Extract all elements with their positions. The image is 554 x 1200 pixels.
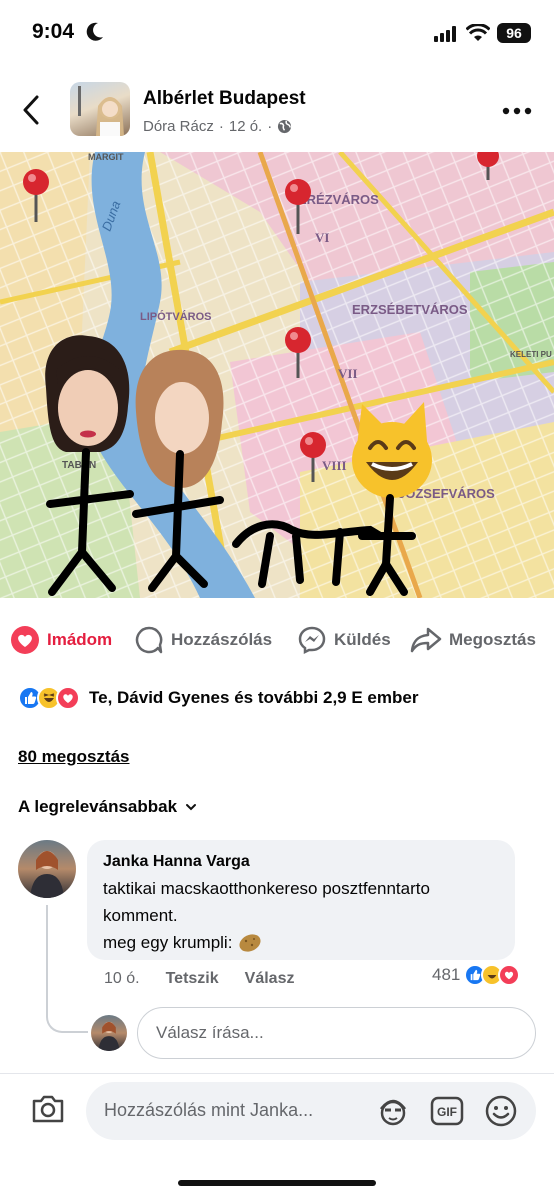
- reply-placeholder: Válasz írása...: [156, 1023, 264, 1042]
- post-image[interactable]: Duna TERÉZVÁROS VI ERZSÉBETVÁROS VII LIP…: [0, 152, 554, 598]
- signal-icon: [434, 26, 456, 42]
- map-label-margit: MARGIT: [88, 152, 124, 162]
- battery-indicator: 96: [497, 23, 531, 43]
- home-indicator: [178, 1180, 376, 1186]
- send-label: Küldés: [334, 630, 391, 649]
- comment-button[interactable]: Hozzászólás: [134, 620, 272, 660]
- reply-thread-line: [46, 905, 88, 1033]
- comment-line-potato: meg egy krumpli:: [103, 929, 499, 956]
- status-time: 9:04: [32, 20, 75, 43]
- my-avatar: [91, 1015, 127, 1051]
- svg-text:GIF: GIF: [437, 1105, 457, 1119]
- comment-icon: [135, 626, 163, 654]
- group-name[interactable]: Albérlet Budapest: [143, 88, 306, 110]
- comment-reaction-count: 481: [432, 965, 461, 984]
- comment-bubble[interactable]: Janka Hanna Varga taktikai macskaotthonk…: [87, 840, 515, 960]
- meta-separator: ·: [218, 118, 224, 135]
- share-icon: [410, 627, 442, 653]
- love-icon: [56, 686, 80, 710]
- comment-sort-dropdown[interactable]: A legrelevánsabbak: [18, 797, 197, 817]
- divider: [0, 1073, 554, 1074]
- share-button[interactable]: Megosztás: [410, 620, 536, 660]
- avatar-sticker-icon[interactable]: [376, 1095, 410, 1127]
- commenter-avatar[interactable]: [18, 840, 76, 898]
- comment-reactions[interactable]: 481: [432, 964, 521, 986]
- comment-composer[interactable]: Hozzászólás mint Janka... GIF: [86, 1082, 536, 1140]
- status-bar: 9:04 96: [0, 0, 554, 64]
- group-avatar[interactable]: [70, 82, 130, 136]
- heart-icon: [11, 626, 39, 654]
- post-time[interactable]: 12 ó.: [229, 118, 262, 135]
- post-header: Albérlet Budapest Dóra Rácz · 12 ó. ·: [0, 72, 554, 146]
- map-label-vi: VI: [315, 230, 329, 245]
- sort-label: A legrelevánsabbak: [18, 797, 178, 816]
- comment-time: 10 ó.: [104, 970, 140, 987]
- comment-like-button[interactable]: Tetszik: [166, 970, 219, 988]
- gif-icon[interactable]: GIF: [430, 1095, 464, 1127]
- map-collage: Duna TERÉZVÁROS VI ERZSÉBETVÁROS VII LIP…: [0, 152, 554, 598]
- reactions-text: Te, Dávid Gyenes és további 2,9 E ember: [89, 688, 419, 707]
- comment-text: taktikai macskaotthonkereso posztfenntar…: [103, 875, 499, 956]
- map-label-vii: VII: [338, 366, 358, 381]
- back-arrow-icon[interactable]: [22, 94, 40, 126]
- share-label: Megosztás: [449, 630, 536, 649]
- more-options-icon[interactable]: [502, 107, 532, 115]
- post-author[interactable]: Dóra Rácz: [143, 118, 214, 135]
- send-button[interactable]: Küldés: [297, 620, 391, 660]
- comment-reply-button[interactable]: Válasz: [245, 970, 295, 988]
- love-reaction-button[interactable]: Imádom: [10, 620, 112, 660]
- moon-icon: [86, 22, 103, 41]
- map-label-keleti: KELETI PU: [510, 350, 552, 359]
- reply-input[interactable]: Válasz írása...: [137, 1007, 536, 1059]
- love-icon: [498, 964, 521, 986]
- post-actions: Imádom Hozzászólás Küldés Megosztás: [0, 620, 554, 660]
- camera-icon[interactable]: [30, 1093, 66, 1125]
- map-label-erzsebetvaros: ERZSÉBETVÁROS: [352, 302, 468, 317]
- shares-count[interactable]: 80 megosztás: [18, 747, 130, 767]
- composer-placeholder: Hozzászólás mint Janka...: [104, 1100, 314, 1120]
- globe-icon: [278, 119, 292, 134]
- comment-meta: 10 ó. Tetszik Válasz: [104, 970, 294, 988]
- chevron-down-icon: [186, 804, 197, 811]
- love-label: Imádom: [47, 630, 113, 649]
- map-label-taban: TABÁN: [62, 458, 96, 471]
- post-meta: Dóra Rácz · 12 ó. ·: [143, 118, 292, 135]
- comment-label: Hozzászólás: [171, 630, 273, 649]
- potato-emoji-icon: [239, 933, 261, 952]
- wifi-icon: [466, 24, 490, 41]
- map-label-viii: VIII: [322, 458, 347, 473]
- messenger-icon: [298, 626, 326, 655]
- comment-line: meg egy krumpli:: [103, 933, 233, 952]
- meta-separator: ·: [267, 118, 273, 135]
- comment-line: taktikai macskaotthonkereso posztfenntar…: [103, 879, 430, 898]
- comment-line: komment.: [103, 906, 178, 925]
- map-label-lipotvaros: LIPÓTVÁROS: [140, 310, 212, 323]
- reactions-summary[interactable]: Te, Dávid Gyenes és további 2,9 E ember: [18, 686, 418, 710]
- comment-author[interactable]: Janka Hanna Varga: [103, 852, 499, 872]
- emoji-icon[interactable]: [484, 1095, 518, 1127]
